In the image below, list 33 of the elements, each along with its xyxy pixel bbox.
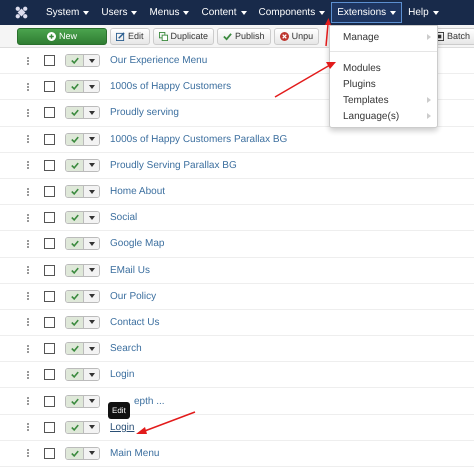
item-title-link[interactable]: Login	[110, 422, 134, 433]
item-title-link[interactable]: Login	[110, 369, 134, 380]
menu-entry[interactable]: Templates	[330, 92, 437, 108]
item-title-link[interactable]: Google Map	[110, 238, 164, 250]
menu-entry[interactable]: Plugins	[330, 76, 437, 92]
item-title-link[interactable]: Proudly Serving Parallax BG	[110, 160, 237, 171]
edit-button[interactable]: Edit	[110, 28, 150, 44]
menu-item[interactable]: Extensions	[331, 2, 402, 23]
duplicate-button[interactable]: Duplicate	[152, 28, 214, 44]
publish-button[interactable]: Publish	[217, 28, 271, 44]
menu-item[interactable]: System	[40, 2, 96, 23]
new-button[interactable]: New	[17, 28, 107, 44]
item-title-link[interactable]: Our Experience Menu	[110, 55, 208, 66]
item-title-link[interactable]: Search	[110, 343, 142, 354]
item-title-link[interactable]: Social	[110, 212, 138, 224]
menu-item[interactable]: Help	[402, 2, 445, 23]
menu-item[interactable]: Content	[195, 2, 253, 23]
item-title-link[interactable]: Main Menu	[110, 448, 160, 459]
menu-item[interactable]: Components	[252, 2, 332, 23]
unpublish-button[interactable]: Unpu	[274, 28, 320, 44]
item-title-link[interactable]: epth ...	[134, 396, 165, 407]
item-title-link[interactable]: Our Policy	[110, 290, 156, 302]
item-title-link[interactable]: 1000s of Happy Customers	[110, 81, 232, 92]
menu-entry[interactable]: Language(s)	[330, 108, 437, 124]
tooltip: Edit	[108, 402, 130, 419]
item-title-link[interactable]: Home About	[110, 186, 166, 198]
item-title-link[interactable]: Proudly serving	[110, 107, 179, 118]
item-title-link[interactable]: EMail Us	[110, 264, 150, 276]
item-title-link[interactable]: 1000s of Happy Customers Parallax BG	[110, 134, 288, 145]
item-title-link[interactable]: Contact Us	[110, 316, 160, 328]
menu-item[interactable]: Menus	[143, 2, 196, 23]
menu-entry[interactable]: Modules	[330, 60, 437, 76]
menu-item[interactable]: Users	[95, 2, 144, 23]
